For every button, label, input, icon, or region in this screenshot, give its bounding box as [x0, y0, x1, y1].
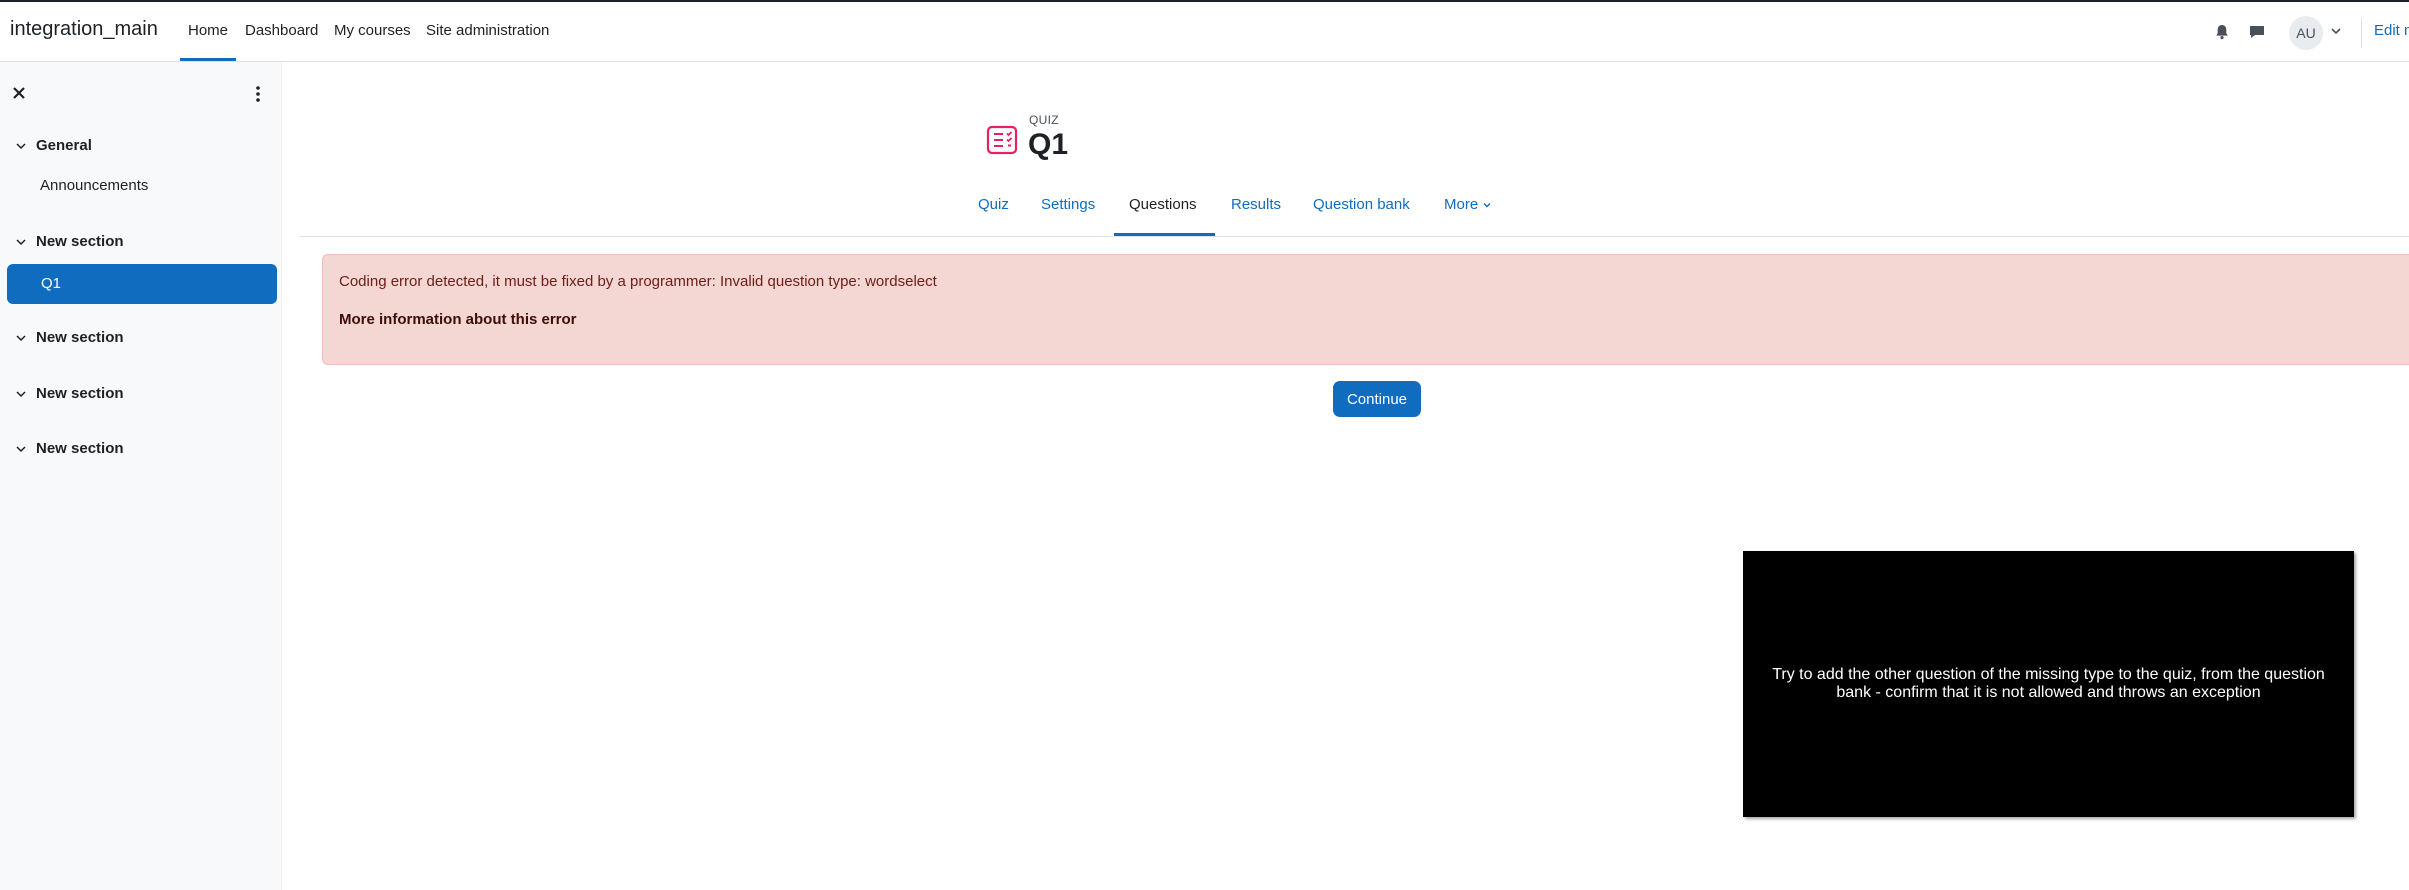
- chevron-down-icon: [16, 238, 26, 245]
- nav-home[interactable]: Home: [188, 22, 228, 39]
- nav-divider: [2361, 18, 2362, 48]
- section-new-3[interactable]: New section: [14, 385, 124, 402]
- edit-mode-toggle[interactable]: Edit mode: [2374, 22, 2409, 39]
- tab-quiz[interactable]: Quiz: [978, 196, 1009, 213]
- course-index-drawer: General Announcements New section Q1 New…: [0, 62, 282, 890]
- avatar[interactable]: AU: [2289, 16, 2323, 50]
- instruction-text: Try to add the other question of the mis…: [1772, 666, 2325, 701]
- activity-type-label: QUIZ: [1029, 113, 1059, 127]
- nav-active-indicator: [180, 58, 236, 61]
- section-title: New section: [36, 440, 124, 457]
- chevron-down-icon: [16, 445, 26, 452]
- tab-settings[interactable]: Settings: [1041, 196, 1095, 213]
- tab-more-label: More: [1444, 196, 1479, 213]
- drawer-item-q1[interactable]: Q1: [7, 264, 277, 304]
- tab-question-bank[interactable]: Question bank: [1313, 196, 1410, 213]
- chevron-down-icon: [16, 142, 26, 149]
- bell-icon[interactable]: [2212, 22, 2232, 42]
- tab-more[interactable]: More: [1444, 196, 1492, 213]
- close-icon[interactable]: [8, 82, 30, 104]
- tab-questions[interactable]: Questions: [1129, 196, 1197, 213]
- chevron-down-icon: [16, 334, 26, 341]
- continue-button[interactable]: Continue: [1333, 381, 1421, 417]
- error-message: Coding error detected, it must be fixed …: [339, 273, 937, 290]
- section-new-2[interactable]: New section: [14, 329, 124, 346]
- section-title: New section: [36, 329, 124, 346]
- nav-dashboard[interactable]: Dashboard: [245, 22, 318, 39]
- top-navbar: integration_main Home Dashboard My cours…: [0, 0, 2409, 62]
- section-title: New section: [36, 233, 124, 250]
- instruction-overlay: Try to add the other question of the mis…: [1743, 551, 2354, 817]
- nav-my-courses[interactable]: My courses: [334, 22, 411, 39]
- page-title: Q1: [1028, 128, 1069, 161]
- tabs-divider: [300, 236, 2409, 237]
- nav-site-administration[interactable]: Site administration: [426, 22, 549, 39]
- tab-results[interactable]: Results: [1231, 196, 1281, 213]
- chevron-down-icon[interactable]: [2329, 24, 2343, 38]
- chevron-down-icon: [1483, 203, 1491, 208]
- section-new-1[interactable]: New section: [14, 233, 124, 250]
- section-title: General: [36, 137, 92, 154]
- kebab-menu-icon[interactable]: [252, 84, 264, 104]
- error-alert: Coding error detected, it must be fixed …: [322, 254, 2409, 365]
- drawer-item-announcements[interactable]: Announcements: [40, 177, 148, 194]
- chevron-down-icon: [16, 390, 26, 397]
- chat-icon[interactable]: [2247, 22, 2267, 42]
- quiz-icon: [986, 125, 1018, 155]
- site-brand[interactable]: integration_main: [10, 18, 158, 41]
- section-title: New section: [36, 385, 124, 402]
- section-new-4[interactable]: New section: [14, 440, 124, 457]
- avatar-initials: AU: [2296, 25, 2316, 41]
- section-general[interactable]: General: [14, 137, 92, 154]
- more-info-link[interactable]: More information about this error: [339, 311, 577, 328]
